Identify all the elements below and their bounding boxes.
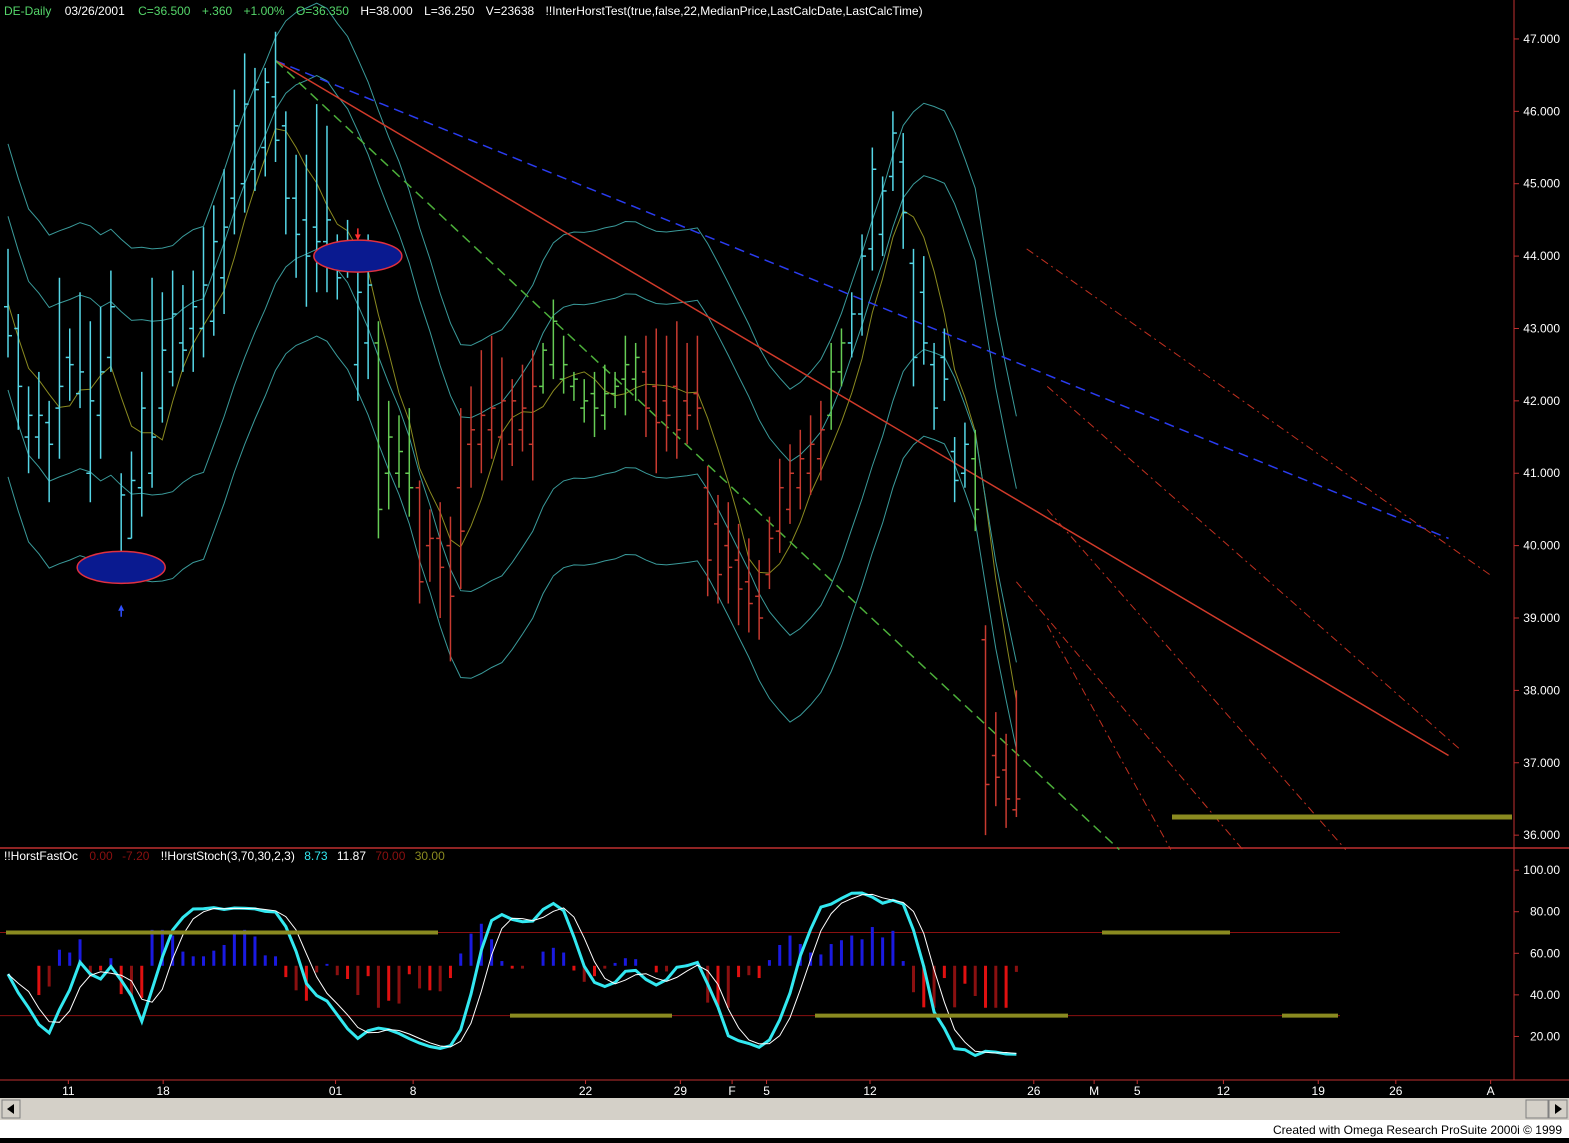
volume-label: V=23638 [486, 4, 535, 18]
header-line: DE-Daily 03/26/2001 C=36.500 +.360 +1.00… [4, 4, 923, 18]
date-tick-label: 5 [763, 1084, 770, 1098]
fastosc-name: !!HorstFastOc [4, 849, 78, 863]
price-tick-label: 42.000 [1523, 394, 1560, 408]
price-tick-label: 41.000 [1523, 466, 1560, 480]
date-tick-label: 12 [863, 1084, 877, 1098]
date-tick-label: F [728, 1084, 735, 1098]
date-tick-label: 8 [410, 1084, 417, 1098]
osc-header: !!HorstFastOc 0.00 -7.20 !!HorstStoch(3,… [4, 849, 445, 863]
signal-ellipse[interactable] [313, 239, 403, 273]
low-label: L=36.250 [424, 4, 475, 18]
date-tick-label: M [1089, 1084, 1099, 1098]
osc-tick-label: 80.00 [1530, 905, 1560, 919]
stoch-value-2: 11.87 [337, 849, 366, 863]
date-tick-label: 26 [1389, 1084, 1403, 1098]
price-tick-label: 43.000 [1523, 321, 1560, 335]
symbol-label: DE-Daily [4, 4, 51, 18]
price-tick-label: 47.000 [1523, 32, 1560, 46]
date-tick-label: 26 [1027, 1084, 1041, 1098]
price-tick-label: 38.000 [1523, 683, 1560, 697]
fastosc-value-1: 0.00 [89, 849, 113, 863]
date-tick-label: 18 [156, 1084, 170, 1098]
stoch-name: !!HorstStoch(3,70,30,2,3) [161, 849, 295, 863]
study-label: !!InterHorstTest(true,false,22,MedianPri… [546, 4, 923, 18]
price-tick-label: 39.000 [1523, 611, 1560, 625]
signal-ellipse[interactable] [76, 550, 166, 585]
date-label: 03/26/2001 [65, 4, 125, 18]
date-tick-label: 5 [1134, 1084, 1141, 1098]
price-tick-label: 37.000 [1523, 756, 1560, 770]
osc-tick-label: 100.00 [1523, 863, 1560, 877]
date-tick-label: 29 [674, 1084, 688, 1098]
stoch-value-4: 30.00 [415, 849, 445, 863]
open-label: O=36.350 [296, 4, 349, 18]
fastosc-value-2: -7.20 [122, 849, 150, 863]
chart-canvas[interactable]: 47.000 46.000 45.000 44.000 43.000 42.000 41.0… [0, 0, 1569, 1138]
horizontal-scrollbar[interactable] [0, 1098, 1569, 1120]
date-tick-label: 22 [579, 1084, 593, 1098]
price-tick-label: 40.000 [1523, 539, 1560, 553]
date-tick-label: 12 [1217, 1084, 1231, 1098]
stoch-value-3: 70.00 [375, 849, 405, 863]
osc-tick-label: 40.00 [1530, 988, 1560, 1002]
change-label: +.360 [202, 4, 233, 18]
price-tick-label: 44.000 [1523, 249, 1560, 263]
date-tick-label: 19 [1312, 1084, 1326, 1098]
scroll-thumb[interactable] [1525, 1099, 1549, 1119]
chart-window: 47.000 46.000 45.000 44.000 43.000 42.000 41.0… [0, 0, 1569, 1138]
price-tick-label: 46.000 [1523, 104, 1560, 118]
price-tick-label: 45.000 [1523, 177, 1560, 191]
date-tick-label: 11 [62, 1084, 75, 1098]
osc-tick-label: 60.00 [1530, 946, 1560, 960]
high-label: H=38.000 [360, 4, 413, 18]
close-label: C=36.500 [138, 4, 191, 18]
stoch-value-1: 8.73 [304, 849, 328, 863]
price-tick-label: 36.000 [1523, 828, 1560, 842]
pct-label: +1.00% [244, 4, 285, 18]
credit-text: Created with Omega Research ProSuite 200… [1273, 1123, 1562, 1137]
date-tick-label: 01 [329, 1084, 343, 1098]
osc-tick-label: 20.00 [1530, 1029, 1560, 1043]
date-tick-label: A [1487, 1084, 1495, 1098]
